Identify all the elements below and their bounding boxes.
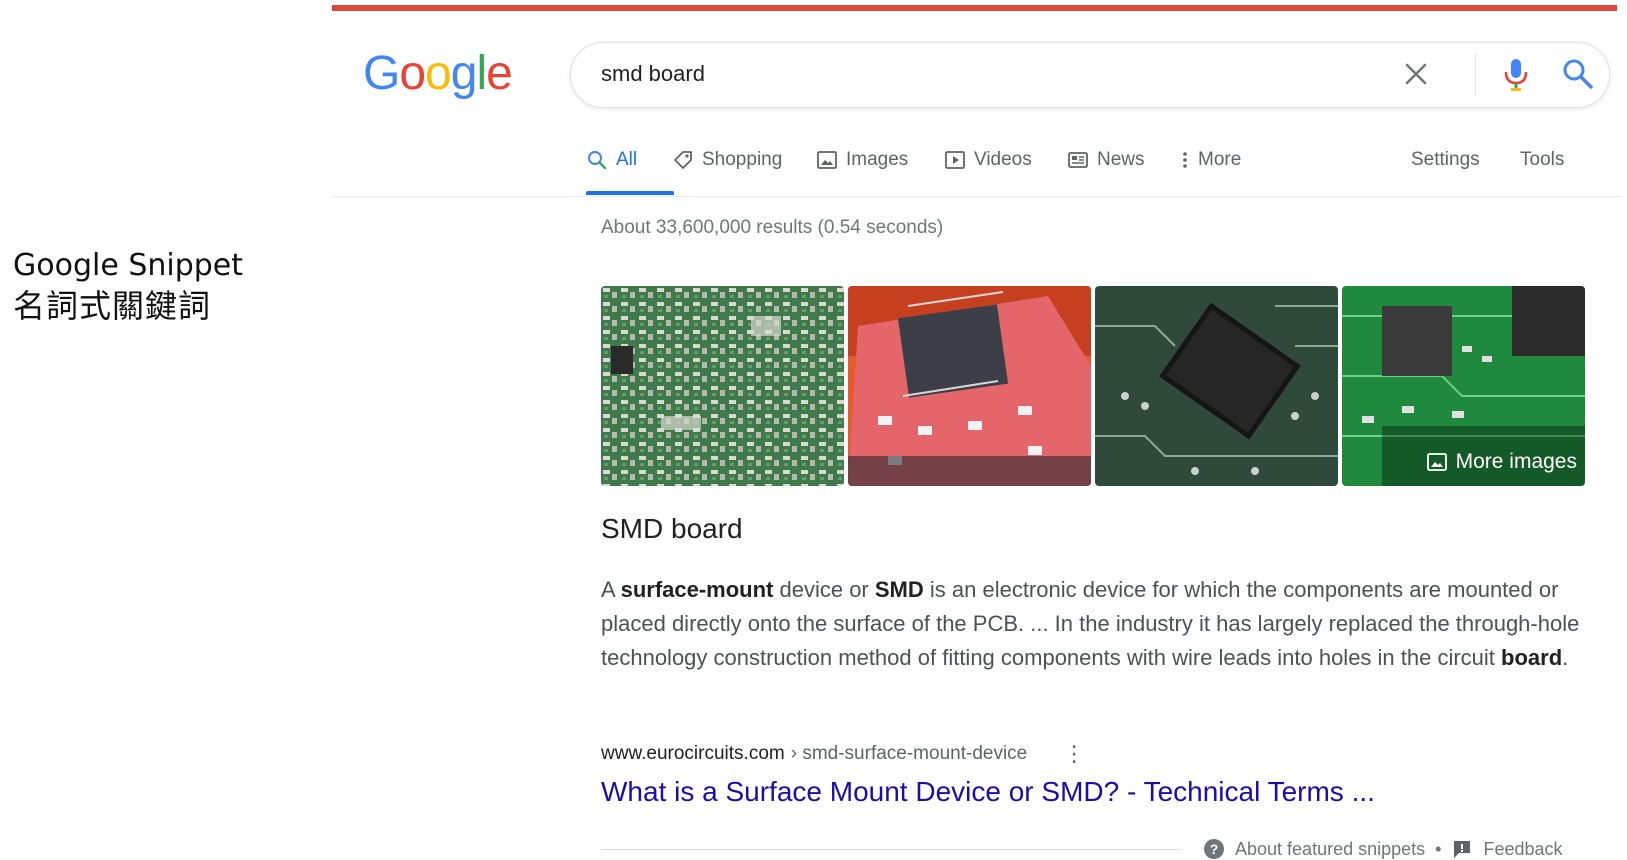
- logo-letter: G: [363, 47, 400, 100]
- circuit-board-thumbnail[interactable]: [601, 286, 844, 486]
- close-icon[interactable]: [1401, 59, 1431, 89]
- caption-subtitle: 名詞式關鍵詞: [13, 287, 212, 325]
- tab-news[interactable]: News: [1067, 140, 1145, 180]
- active-tab-indicator: [586, 191, 674, 195]
- more-images-button[interactable]: More images: [1426, 450, 1577, 474]
- tab-label: More: [1198, 149, 1242, 170]
- help-icon: ?: [1204, 839, 1224, 859]
- search-box[interactable]: smd board: [570, 42, 1610, 108]
- result-stats: About 33,600,000 results (0.54 seconds): [601, 217, 944, 238]
- dots-vertical-icon: [1183, 152, 1187, 168]
- tabs-divider: [332, 196, 1622, 197]
- logo-letter: e: [486, 47, 513, 100]
- snippet-text-part: .: [1562, 645, 1569, 670]
- snippet-text-part: device or: [773, 577, 875, 602]
- footer-separator: •: [1435, 838, 1442, 859]
- result-citation: www.eurocircuits.com › smd-surface-mount…: [601, 741, 1085, 767]
- microphone-icon[interactable]: [1501, 57, 1531, 93]
- tab-label: News: [1097, 149, 1145, 170]
- caption-annotation: Google Snippet 名詞式關鍵詞: [13, 246, 243, 326]
- logo-letter: g: [450, 47, 478, 100]
- tab-images[interactable]: Images: [816, 140, 908, 180]
- tab-videos[interactable]: Videos: [944, 140, 1032, 180]
- tab-label: Images: [846, 149, 909, 170]
- svg-text:?: ?: [1210, 841, 1219, 857]
- about-featured-snippets-link[interactable]: About featured snippets: [1235, 839, 1425, 860]
- image-icon: [1426, 453, 1447, 471]
- red-pcb-chip-thumbnail[interactable]: [848, 286, 1091, 486]
- google-logo[interactable]: Google: [363, 44, 513, 104]
- image-strip: More images: [601, 286, 1587, 486]
- caption-title: Google Snippet: [13, 248, 244, 283]
- tab-shopping[interactable]: Shopping: [672, 140, 782, 180]
- search-input[interactable]: smd board: [601, 61, 705, 87]
- snippet-bold-term: surface-mount: [620, 577, 774, 602]
- tab-label: Shopping: [702, 149, 783, 170]
- tab-label: Videos: [974, 149, 1032, 170]
- tab-all[interactable]: All: [586, 140, 637, 180]
- snippet-footer: ? About featured snippets • Feedback: [1203, 838, 1563, 860]
- play-icon: [945, 151, 965, 169]
- snippet-text-part: A: [601, 577, 621, 602]
- logo-letter: o: [399, 47, 426, 100]
- search-icon[interactable]: [1561, 57, 1595, 91]
- accent-bar: [332, 5, 1617, 11]
- logo-letter: l: [476, 47, 487, 100]
- snippet-text: A surface-mount device or SMD is an elec…: [601, 573, 1581, 675]
- tools-link[interactable]: Tools: [1520, 140, 1564, 180]
- black-chip-board-thumbnail[interactable]: [1095, 286, 1338, 486]
- result-title-link[interactable]: What is a Surface Mount Device or SMD? -…: [601, 776, 1375, 808]
- feedback-icon: [1454, 841, 1471, 858]
- search-divider: [1475, 53, 1476, 97]
- search-tabs: All Shopping Images Videos News More Set…: [586, 140, 1626, 196]
- snippet-title: SMD board: [601, 513, 743, 544]
- cite-domain: www.eurocircuits.com: [601, 743, 785, 764]
- snippet-bold-term: board: [1501, 645, 1563, 670]
- snippet-bold-term: SMD: [874, 577, 924, 602]
- green-pcb-thumbnail[interactable]: More images: [1342, 286, 1585, 486]
- settings-link[interactable]: Settings: [1411, 140, 1480, 180]
- tab-more[interactable]: More: [1180, 140, 1241, 180]
- image-icon: [817, 151, 837, 169]
- newspaper-icon: [1068, 152, 1088, 168]
- snippet-divider: [601, 849, 1181, 850]
- result-options-icon[interactable]: ⋮: [1063, 741, 1085, 767]
- tab-label: All: [616, 149, 638, 170]
- logo-letter: o: [425, 47, 452, 100]
- cite-path: › smd-surface-mount-device: [790, 743, 1028, 764]
- feedback-link[interactable]: Feedback: [1483, 839, 1562, 860]
- search-icon: [588, 151, 607, 170]
- more-images-label: More images: [1455, 450, 1577, 473]
- tag-icon: [674, 151, 692, 169]
